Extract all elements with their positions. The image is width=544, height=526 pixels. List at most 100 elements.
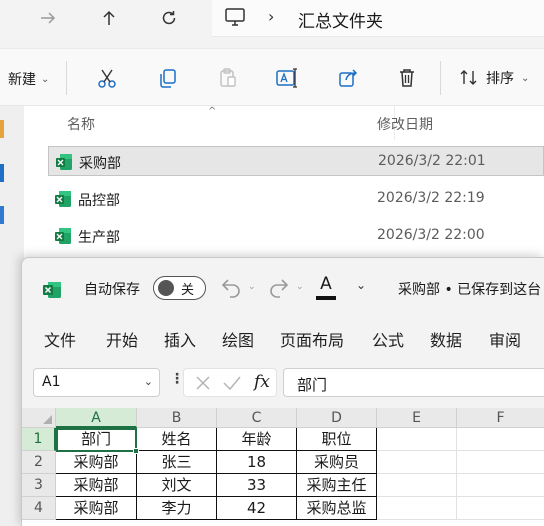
cell-e2[interactable] [377, 451, 457, 474]
cell-c4[interactable]: 42 [217, 497, 297, 520]
divider [66, 61, 67, 95]
chevron-down-icon[interactable]: ⌄ [296, 282, 304, 292]
cut-icon[interactable] [95, 66, 119, 90]
cell-f1[interactable] [457, 428, 544, 451]
enter-check-icon[interactable] [222, 374, 242, 396]
cell-e1[interactable] [377, 428, 457, 451]
forward-arrow-icon[interactable] [36, 6, 60, 30]
tab-formulas[interactable]: 公式 [372, 327, 404, 351]
row-header-3[interactable]: 3 [22, 474, 56, 497]
row-header-2[interactable]: 2 [22, 451, 56, 474]
share-icon[interactable] [336, 66, 360, 90]
formula-input[interactable]: 部门 [283, 368, 544, 397]
cell-b1[interactable]: 姓名 [137, 428, 217, 451]
chevron-down-icon: ⌄ [143, 375, 153, 388]
refresh-icon[interactable] [157, 6, 181, 30]
tab-page-layout[interactable]: 页面布局 [280, 327, 344, 351]
formula-bar: A1 ⌄ ⋮ fx 部门 [22, 356, 544, 408]
tab-data[interactable]: 数据 [430, 327, 462, 351]
row-header-1[interactable]: 1 [22, 428, 56, 451]
cell-b2[interactable]: 张三 [137, 451, 217, 474]
redo-icon[interactable] [268, 276, 290, 302]
paste-icon[interactable] [216, 66, 240, 90]
cell-e3[interactable] [377, 474, 457, 497]
column-header-modified[interactable]: 修改日期 [377, 114, 433, 134]
font-color-swatch [316, 296, 336, 300]
cell-a3[interactable]: 采购部 [56, 474, 137, 497]
nav-item-marker [0, 120, 4, 138]
cell-d1[interactable]: 职位 [297, 428, 377, 451]
cell-c3[interactable]: 33 [217, 474, 297, 497]
select-all-triangle [43, 415, 52, 424]
cell-d2[interactable]: 采购员 [297, 451, 377, 474]
excel-window: 自动保存 关 ⌄ ⌄ A ⌄ 采购部 • 已保存到这台 文件 开始 插入 绘图 … [21, 257, 544, 526]
cell-c2[interactable]: 18 [217, 451, 297, 474]
file-row[interactable]: 品控部 2026/3/2 22:19 [48, 184, 544, 214]
excel-title-bar: 自动保存 关 ⌄ ⌄ A ⌄ 采购部 • 已保存到这台 [22, 258, 544, 314]
explorer-command-bar: 新建 ⌄ 排序 ⌄ [0, 48, 544, 106]
cell-f3[interactable] [457, 474, 544, 497]
rename-icon[interactable] [275, 66, 299, 90]
cell-e4[interactable] [377, 497, 457, 520]
column-header-b[interactable]: B [137, 408, 217, 428]
cancel-icon[interactable] [194, 374, 212, 396]
sort-button[interactable]: 排序 ⌄ [459, 68, 529, 88]
cell-d3[interactable]: 采购主任 [297, 474, 377, 497]
tab-draw[interactable]: 绘图 [222, 327, 254, 351]
cell-a4[interactable]: 采购部 [56, 497, 137, 520]
chevron-down-icon[interactable]: ⌄ [248, 282, 256, 292]
chevron-down-icon: ⌄ [521, 72, 530, 84]
undo-icon[interactable] [220, 276, 242, 302]
column-header-d[interactable]: D [297, 408, 377, 428]
address-bar[interactable]: › 汇总文件夹 [212, 0, 544, 37]
column-header-a[interactable]: A [56, 408, 137, 428]
file-modified: 2026/3/2 22:19 [377, 190, 485, 206]
excel-file-icon [54, 227, 72, 249]
toggle-knob [158, 280, 174, 296]
tab-file[interactable]: 文件 [44, 327, 76, 351]
cell-d4[interactable]: 采购总监 [297, 497, 377, 520]
file-name: 采购部 [79, 156, 121, 172]
cell-b4[interactable]: 李力 [137, 497, 217, 520]
cell-f4[interactable] [457, 497, 544, 520]
column-header-name[interactable]: 名称 [67, 114, 95, 134]
font-color-icon[interactable]: A [316, 274, 336, 300]
more-options-icon[interactable]: ⋮ [170, 371, 184, 387]
insert-function-icon[interactable]: fx [254, 372, 270, 392]
cell-b3[interactable]: 刘文 [137, 474, 217, 497]
excel-file-icon [55, 153, 73, 175]
ribbon-tabs: 文件 开始 插入 绘图 页面布局 公式 数据 审阅 [22, 314, 544, 356]
excel-logo-icon [42, 280, 62, 304]
name-box[interactable]: A1 ⌄ [33, 368, 160, 397]
breadcrumb-folder[interactable]: 汇总文件夹 [298, 7, 383, 32]
fill-handle[interactable] [133, 448, 139, 454]
delete-icon[interactable] [395, 66, 419, 90]
row-header-4[interactable]: 4 [22, 497, 56, 520]
nav-item-marker [0, 164, 4, 182]
file-row[interactable]: 采购部 2026/3/2 22:01 [48, 146, 544, 176]
copy-icon[interactable] [156, 66, 180, 90]
tab-review[interactable]: 审阅 [489, 327, 521, 351]
cell-f2[interactable] [457, 451, 544, 474]
up-arrow-icon[interactable] [97, 6, 121, 30]
column-header-e[interactable]: E [377, 408, 457, 428]
file-modified: 2026/3/2 22:01 [378, 153, 486, 169]
column-header-c[interactable]: C [217, 408, 297, 428]
active-cell-cursor [56, 428, 139, 454]
tab-home[interactable]: 开始 [106, 327, 138, 351]
column-header-f[interactable]: F [457, 408, 544, 428]
document-title[interactable]: 采购部 • 已保存到这台 [398, 279, 541, 299]
new-button[interactable]: 新建 ⌄ [8, 69, 49, 89]
worksheet-grid[interactable]: A B C D E F 1 2 3 4 部门 姓名 年龄 职位 采购部 张三 1… [22, 408, 544, 526]
customize-toolbar-icon[interactable]: ⌄ [356, 278, 366, 292]
nav-item-marker [0, 206, 4, 224]
select-all-button[interactable] [22, 408, 56, 428]
cell-a2[interactable]: 采购部 [56, 451, 137, 474]
file-name: 品控部 [78, 193, 120, 209]
autosave-toggle[interactable]: 关 [153, 276, 206, 300]
desktop: › 汇总文件夹 新建 ⌄ 排序 ⌄ ^ 名称 修改日期 采购部 2026/3/2… [0, 0, 544, 526]
file-row[interactable]: 生产部 2026/3/2 22:00 [48, 221, 544, 251]
tab-insert[interactable]: 插入 [164, 327, 196, 351]
cell-c1[interactable]: 年龄 [217, 428, 297, 451]
sort-icon [460, 70, 477, 85]
